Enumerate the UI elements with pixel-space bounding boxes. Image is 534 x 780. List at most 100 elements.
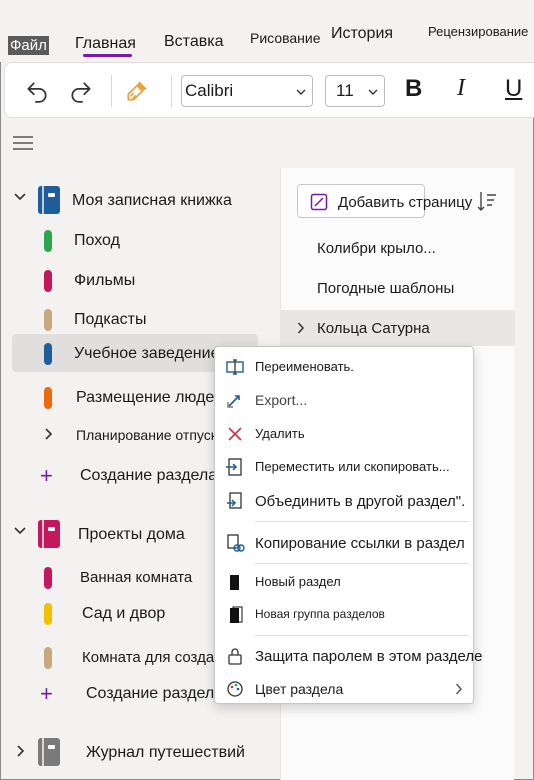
toolbar-separator: [111, 75, 112, 107]
merge-icon: [227, 492, 242, 509]
section-color-tab: [44, 343, 52, 365]
menu-item-label: Защита паролем в этом разделе: [255, 648, 483, 665]
menu-item-label: Объединить в другой раздел".: [255, 493, 466, 510]
chevron-right-icon[interactable]: [16, 745, 26, 757]
page-item[interactable]: Колибри крыло...: [281, 230, 515, 266]
chevron-down-icon[interactable]: [14, 526, 26, 536]
chevron-down-icon: [296, 89, 306, 95]
plus-icon: +: [40, 681, 53, 706]
tab-history[interactable]: История: [331, 25, 393, 43]
section-name: Поход: [74, 232, 120, 249]
merge-menu-item[interactable]: Объединить в другой раздел".: [215, 485, 473, 517]
sort-icon[interactable]: [477, 190, 497, 212]
menu-item-label: Удалить: [255, 426, 305, 441]
font-size-dropdown[interactable]: 11: [325, 75, 385, 107]
section-name: Размещение людей: [76, 389, 224, 406]
chevron-right-icon: [455, 683, 462, 695]
notebook-name: Журнал путешествий: [86, 744, 245, 761]
format-painter-icon: [127, 81, 147, 101]
menu-item-label: Копирование ссылки в раздел: [255, 535, 465, 552]
page-title: Погодные шаблоны: [317, 280, 455, 297]
font-size-value: 11: [336, 81, 354, 100]
undo-icon: [27, 82, 47, 103]
copy-link-icon: [227, 534, 245, 552]
section-group-name: Планирование отпусков: [76, 427, 233, 443]
menu-divider: [255, 521, 469, 522]
menu-item-label: Переименовать.: [255, 359, 354, 374]
bold-button[interactable]: B: [405, 75, 422, 103]
section-item[interactable]: Поход: [0, 221, 270, 259]
copy-link-menu-item[interactable]: Копирование ссылки в раздел: [215, 527, 473, 559]
font-name-value: Calibri: [185, 81, 234, 100]
section-item[interactable]: Фильмы: [0, 261, 270, 299]
export-menu-item[interactable]: Export...: [215, 384, 473, 416]
notebook-icon: [38, 520, 60, 548]
section-color-tab: [44, 387, 52, 409]
section-name: Подкасты: [74, 311, 147, 328]
hamburger-menu-icon[interactable]: [12, 134, 34, 152]
page-item[interactable]: Погодные шаблоны: [281, 270, 515, 306]
font-name-dropdown[interactable]: Calibri: [181, 75, 313, 107]
redo-button[interactable]: [67, 77, 95, 105]
page-title: Кольца Сатурна: [317, 320, 430, 337]
add-section-label: Создание раздела: [86, 685, 224, 702]
chevron-down-icon[interactable]: [14, 192, 26, 202]
section-color-tab: [44, 309, 52, 331]
notebook-icon: [38, 186, 60, 214]
rename-menu-item[interactable]: Переименовать.: [215, 351, 473, 383]
section-name: Фильмы: [74, 272, 136, 289]
add-page-button[interactable]: Добавить страницу: [297, 184, 472, 218]
palette-icon: [227, 681, 243, 697]
lock-icon: [228, 648, 242, 665]
menu-item-label: Переместить или скопировать...: [255, 459, 450, 474]
section-color-tab: [44, 270, 52, 292]
undo-button[interactable]: [23, 77, 51, 105]
home-toolbar: Calibri 11 B I U: [4, 62, 534, 118]
page-item-selected[interactable]: Кольца Сатурна: [281, 310, 515, 346]
new-section-group-icon: [230, 606, 243, 623]
tab-home[interactable]: Главная: [75, 35, 136, 57]
delete-menu-item[interactable]: Удалить: [215, 418, 473, 450]
section-color-tab: [44, 567, 52, 589]
plus-icon: +: [40, 463, 53, 488]
underline-button[interactable]: U: [505, 75, 522, 103]
notebook-name: Моя записная книжка: [72, 192, 232, 209]
toolbar-separator: [171, 75, 172, 107]
section-color-tab: [44, 647, 52, 669]
move-copy-menu-item[interactable]: Переместить или скопировать...: [215, 451, 473, 483]
redo-icon: [71, 82, 91, 103]
move-copy-icon: [226, 458, 242, 476]
notebook-name: Проекты дома: [78, 526, 185, 543]
chevron-right-icon[interactable]: [44, 428, 54, 440]
new-section-icon: [230, 575, 239, 590]
new-section-menu-item[interactable]: Новый раздел: [215, 566, 473, 598]
menu-item-label: Export...: [255, 392, 308, 408]
tab-review[interactable]: Рецензирование: [428, 24, 528, 39]
rename-icon: [226, 359, 244, 375]
delete-icon: [228, 427, 242, 441]
tab-draw[interactable]: Рисование: [250, 30, 321, 46]
tab-file[interactable]: Файл: [8, 36, 49, 55]
menu-item-label: Цвет раздела: [255, 681, 344, 697]
format-painter-button[interactable]: [123, 77, 151, 105]
section-name: Учебное заведение: [74, 345, 220, 362]
section-color-menu-item[interactable]: Цвет раздела: [215, 673, 473, 705]
section-item[interactable]: Подкасты: [0, 300, 270, 338]
add-page-icon: [310, 193, 328, 211]
notebook-item[interactable]: Моя записная книжка: [0, 180, 270, 220]
password-protect-menu-item[interactable]: Защита паролем в этом разделе: [215, 640, 482, 672]
new-section-group-menu-item[interactable]: Новая группа разделов: [215, 599, 473, 631]
tab-insert[interactable]: Вставка: [164, 33, 223, 51]
section-color-tab: [44, 603, 52, 625]
add-section-label: Создание раздела: [80, 467, 218, 484]
notebook-icon: [38, 738, 60, 766]
section-name: Ванная комната: [80, 569, 193, 586]
chevron-right-icon[interactable]: [297, 322, 305, 334]
notebook-item[interactable]: Журнал путешествий: [0, 732, 270, 772]
menu-item-label: Новый раздел: [255, 574, 341, 589]
italic-button[interactable]: I: [457, 75, 465, 102]
menu-divider: [255, 563, 469, 564]
menu-item-label: Новая группа разделов: [255, 607, 385, 621]
section-name: Сад и двор: [82, 605, 166, 622]
section-context-menu: Переименовать. Export... Удалить Перемес…: [214, 346, 482, 705]
